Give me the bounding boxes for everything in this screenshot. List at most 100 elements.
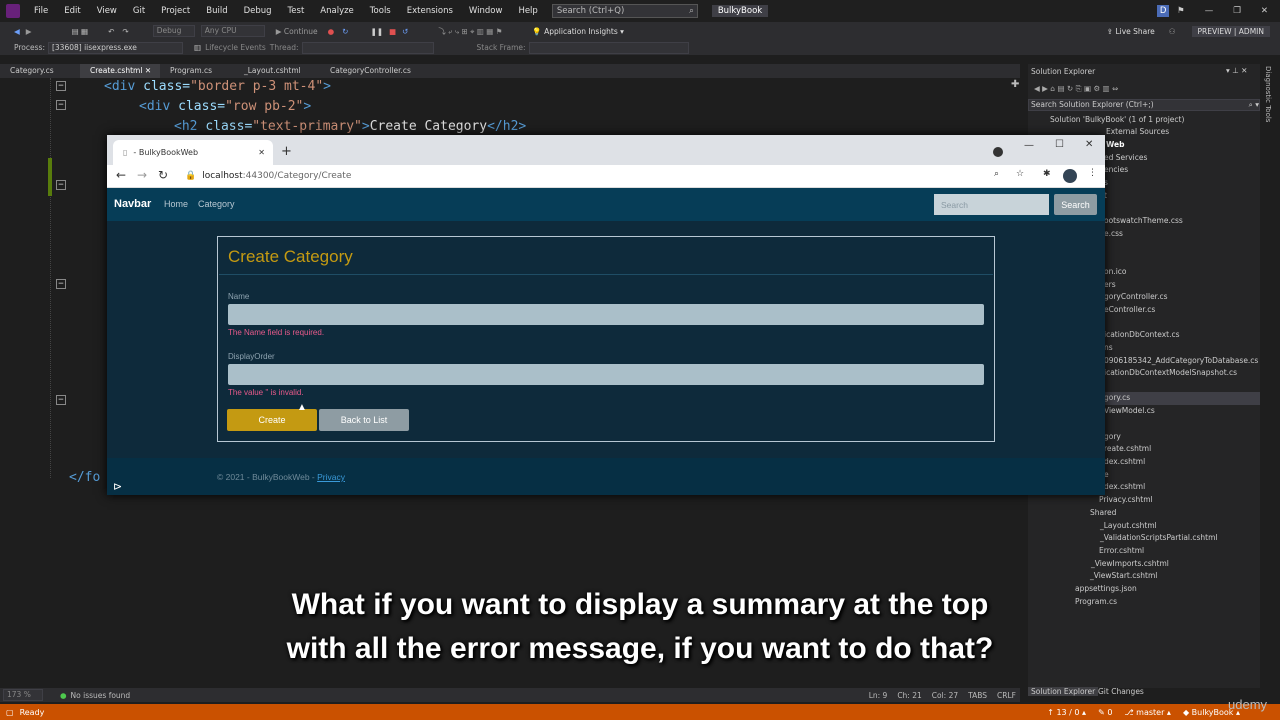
tree-item[interactable]: Privacy.cshtml	[1099, 495, 1153, 504]
process-dropdown[interactable]: [33608] iisexpress.exe	[47, 41, 183, 54]
tab-category-cs[interactable]: Category.cs	[0, 64, 80, 78]
profile-avatar[interactable]	[1063, 169, 1077, 183]
fire-icon[interactable]: ●	[328, 27, 335, 36]
zoom-level[interactable]: 173 %	[3, 689, 43, 701]
back-to-list-button[interactable]: Back to List	[319, 409, 409, 431]
tree-item[interactable]: eController.cs	[1104, 305, 1155, 314]
diagnostic-tools-side-tab[interactable]: Diagnostic Tools	[1264, 66, 1272, 122]
tab-solution-explorer[interactable]: Solution Explorer	[1028, 687, 1099, 696]
tree-item[interactable]: on.ico	[1104, 267, 1127, 276]
vs-taskbar-icon[interactable]: ⊳	[113, 480, 122, 493]
tab-search-icon[interactable]	[993, 147, 1003, 157]
menu-edit[interactable]: Edit	[56, 6, 88, 16]
tree-item[interactable]: goryController.cs	[1104, 292, 1168, 301]
menu-analyze[interactable]: Analyze	[312, 6, 362, 16]
tree-item[interactable]: _ValidationScriptsPartial.cshtml	[1100, 533, 1218, 542]
thread-dropdown[interactable]	[301, 41, 434, 54]
collapse-icon[interactable]: −	[56, 279, 66, 289]
nav-category[interactable]: Category	[198, 199, 235, 209]
nav-back-icon[interactable]: ◀	[14, 27, 20, 36]
save-all-icon[interactable]: ▤ ▦	[72, 27, 89, 36]
browser-tab[interactable]: ▯ - BulkyBookWeb ✕	[113, 140, 273, 165]
tree-item[interactable]: encies	[1104, 165, 1128, 174]
restore-icon[interactable]: ❐	[1233, 6, 1241, 16]
tree-item[interactable]: icationDbContext.cs	[1104, 330, 1180, 339]
minimize-icon[interactable]: —	[1205, 6, 1214, 16]
refresh-icon[interactable]: ↻	[342, 27, 348, 36]
tree-item[interactable]: reate.cshtml	[1104, 444, 1151, 453]
pause-icon[interactable]: ❚❚	[370, 27, 383, 36]
config-dropdown[interactable]: Debug	[152, 25, 195, 37]
share-icon[interactable]: ⚇	[1169, 27, 1176, 36]
menu-help[interactable]: Help	[510, 6, 545, 16]
issues-text[interactable]: No issues found	[71, 691, 131, 700]
nav-home[interactable]: Home	[164, 199, 188, 209]
user-avatar[interactable]: D	[1157, 5, 1170, 17]
tab-close-icon[interactable]: ✕	[145, 66, 151, 75]
site-search-button[interactable]: Search	[1054, 194, 1097, 215]
window-minimize-icon[interactable]: —	[1024, 140, 1034, 151]
menu-build[interactable]: Build	[198, 6, 235, 16]
collapse-icon[interactable]: −	[56, 81, 66, 91]
navbar-brand[interactable]: Navbar	[114, 198, 151, 210]
collapse-icon[interactable]: −	[56, 395, 66, 405]
tree-item[interactable]: Web	[1106, 140, 1124, 149]
tree-item[interactable]: External Sources	[1106, 127, 1169, 136]
menu-debug[interactable]: Debug	[236, 6, 280, 16]
more-menu-icon[interactable]: ⋮	[1088, 168, 1097, 178]
tab-create-cshtml[interactable]: Create.cshtml ✕	[80, 64, 160, 78]
menu-view[interactable]: View	[89, 6, 125, 16]
tree-item[interactable]: dex.cshtml	[1104, 482, 1145, 491]
close-icon[interactable]: ✕	[1261, 6, 1268, 16]
vs-search-box[interactable]: Search (Ctrl+Q) ⌕	[551, 4, 698, 18]
tab-layout-cshtml[interactable]: _Layout.cshtml	[234, 64, 320, 78]
menu-test[interactable]: Test	[280, 6, 313, 16]
display-order-input[interactable]	[228, 364, 984, 385]
solution-search[interactable]: Search Solution Explorer (Ctrl+;) ⌕ ▾	[1028, 99, 1260, 111]
tree-item[interactable]: _Layout.cshtml	[1100, 521, 1157, 530]
menu-tools[interactable]: Tools	[362, 6, 399, 16]
tree-item[interactable]: ootswatchTheme.css	[1104, 216, 1183, 225]
stack-frame-dropdown[interactable]	[528, 41, 689, 54]
nav-forward-icon[interactable]: ▶	[26, 27, 32, 36]
menu-project[interactable]: Project	[153, 6, 198, 16]
bookmark-star-icon[interactable]: ☆	[1016, 169, 1024, 179]
debug-tools-icons[interactable]: ⤵ ⤶ ⤷ ⊞ ⌖ ▥ ▦ ⚑	[438, 26, 502, 37]
tree-item[interactable]: dex.cshtml	[1104, 457, 1145, 466]
reload-icon[interactable]: ↻	[158, 168, 168, 182]
tree-item[interactable]: 0906185342_AddCategoryToDatabase.cs	[1104, 356, 1258, 365]
tab-close-icon[interactable]: ✕	[258, 148, 265, 157]
tab-category-controller[interactable]: CategoryController.cs	[320, 64, 440, 78]
feedback-icon[interactable]: ⚑	[1177, 6, 1185, 16]
tab-git-changes[interactable]: Git Changes	[1098, 687, 1144, 696]
forward-icon[interactable]: →	[137, 168, 147, 182]
tab-program-cs[interactable]: Program.cs	[160, 64, 234, 78]
window-close-icon[interactable]: ✕	[1085, 139, 1093, 150]
site-search-input[interactable]: Search	[934, 194, 1049, 215]
live-share-button[interactable]: ⇪ Live Share	[1107, 27, 1155, 36]
menu-extensions[interactable]: Extensions	[399, 6, 461, 16]
stop-icon[interactable]: ■	[389, 27, 396, 36]
new-tab-icon[interactable]: +	[281, 144, 292, 159]
extensions-icon[interactable]: ✱	[1043, 169, 1051, 179]
app-insights-button[interactable]: 💡 Application Insights ▾	[532, 27, 624, 36]
back-icon[interactable]: ←	[116, 168, 126, 182]
platform-dropdown[interactable]: Any CPU	[200, 25, 265, 37]
lifecycle-icon[interactable]: ▥	[194, 43, 201, 52]
tree-folder-shared[interactable]: Shared	[1090, 508, 1116, 517]
solution-root[interactable]: Solution 'BulkyBook' (1 of 1 project)	[1050, 115, 1184, 124]
address-bar[interactable]: 🔒 localhost:44300/Category/Create	[177, 167, 1015, 185]
tree-item[interactable]: ed Services	[1104, 153, 1147, 162]
status-errors[interactable]: ✎ 0	[1098, 708, 1112, 717]
tree-item[interactable]: e.css	[1104, 229, 1123, 238]
continue-button[interactable]: ▶ Continue	[276, 27, 318, 36]
tree-item[interactable]: Error.cshtml	[1099, 546, 1144, 555]
pin-icon[interactable]: ▾ ⊥ ✕	[1226, 66, 1247, 75]
menu-window[interactable]: Window	[461, 6, 511, 16]
zoom-icon[interactable]: ⌕	[994, 169, 999, 179]
lifecycle-events[interactable]: Lifecycle Events	[205, 43, 266, 52]
tree-item[interactable]: icationDbContextModelSnapshot.cs	[1104, 368, 1237, 377]
tree-item[interactable]: gory	[1104, 432, 1121, 441]
menu-file[interactable]: File	[26, 6, 56, 16]
add-editor-icon[interactable]: ✚	[1011, 79, 1019, 90]
